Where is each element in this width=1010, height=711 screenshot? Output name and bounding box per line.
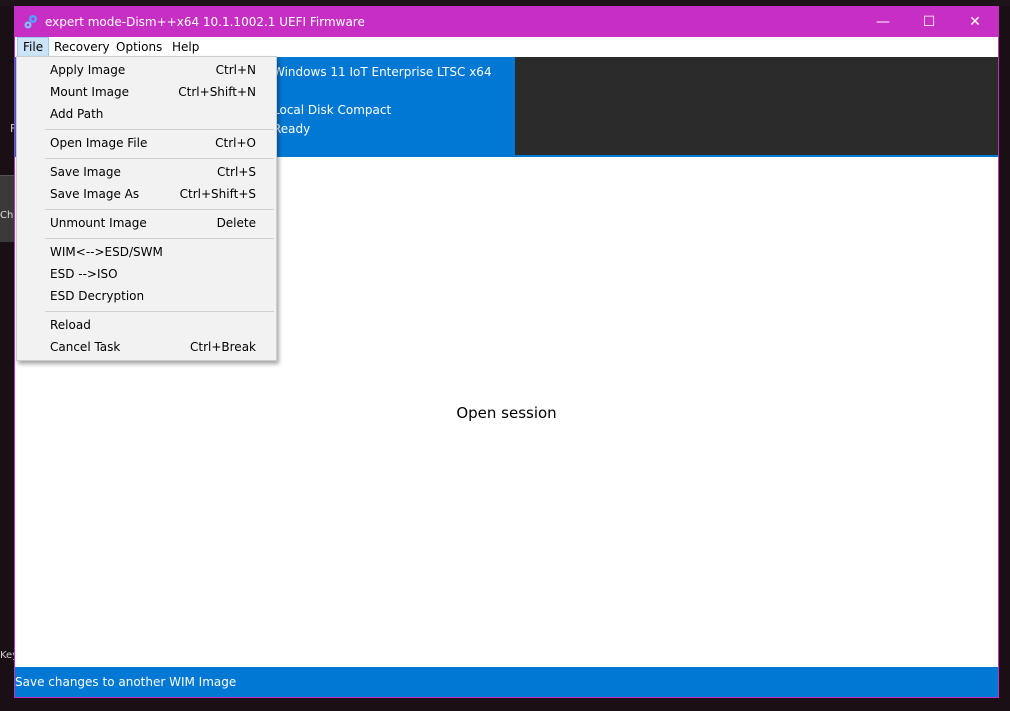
menu-bar: File Recovery Options Help	[15, 37, 998, 57]
status-bar: Save changes to another WIM Image	[15, 667, 998, 697]
file-menu-dropdown: Apply Image Ctrl+N Mount Image Ctrl+Shif…	[16, 56, 277, 361]
window-title: expert mode-Dism++x64 10.1.1002.1 UEFI F…	[45, 15, 365, 29]
menu-options[interactable]: Options	[111, 37, 167, 57]
desktop-item[interactable]	[0, 175, 14, 242]
maximize-button[interactable]: ☐	[906, 7, 952, 37]
menu-item-shortcut: Ctrl+Shift+S	[179, 187, 256, 201]
menu-item-label: Unmount Image	[50, 216, 147, 230]
menu-item-esd-iso[interactable]: ESD -->ISO	[17, 263, 276, 285]
menu-item-label: Apply Image	[50, 63, 126, 77]
session-status: Ready	[273, 122, 311, 136]
menu-item-unmount-image[interactable]: Unmount Image Delete	[17, 212, 276, 234]
menu-item-save-image-as[interactable]: Save Image As Ctrl+Shift+S	[17, 183, 276, 205]
menu-item-shortcut: Delete	[216, 216, 256, 230]
menu-recovery[interactable]: Recovery	[49, 37, 115, 57]
menu-item-shortcut: Ctrl+Break	[190, 340, 256, 354]
menu-help[interactable]: Help	[167, 37, 204, 57]
session-os: Windows 11 IoT Enterprise LTSC x64	[273, 65, 492, 79]
status-text: Save changes to another WIM Image	[15, 675, 237, 689]
menu-item-apply-image[interactable]: Apply Image Ctrl+N	[17, 59, 276, 81]
menu-file[interactable]: File	[17, 37, 50, 57]
menu-item-reload[interactable]: Reload	[17, 314, 276, 336]
open-session-text[interactable]: Open session	[15, 404, 998, 422]
menu-item-shortcut: Ctrl+Shift+N	[178, 85, 256, 99]
menu-item-label: ESD Decryption	[50, 289, 145, 303]
session-disk: Local Disk Compact	[273, 103, 392, 117]
close-button[interactable]: ✕	[952, 7, 998, 37]
menu-item-cancel-task[interactable]: Cancel Task Ctrl+Break	[17, 336, 276, 358]
gears-icon	[24, 15, 37, 29]
close-icon: ✕	[969, 14, 981, 30]
title-bar[interactable]: expert mode-Dism++x64 10.1.1002.1 UEFI F…	[15, 7, 998, 37]
menu-item-label: Reload	[50, 318, 91, 332]
menu-item-label: Open Image File	[50, 136, 148, 150]
menu-item-label: Mount Image	[50, 85, 130, 99]
menu-item-save-image[interactable]: Save Image Ctrl+S	[17, 161, 276, 183]
menu-item-open-image-file[interactable]: Open Image File Ctrl+O	[17, 132, 276, 154]
menu-separator	[45, 158, 274, 159]
menu-separator	[45, 311, 274, 312]
menu-item-mount-image[interactable]: Mount Image Ctrl+Shift+N	[17, 81, 276, 103]
menu-item-label: Cancel Task	[50, 340, 121, 354]
menu-item-label: Save Image	[50, 165, 121, 179]
maximize-icon: ☐	[922, 14, 936, 30]
menu-item-shortcut: Ctrl+S	[216, 165, 256, 179]
menu-separator	[45, 209, 274, 210]
menu-item-wim-esd-swm[interactable]: WIM<-->ESD/SWM	[17, 241, 276, 263]
menu-separator	[45, 129, 274, 130]
menu-item-shortcut: Ctrl+N	[215, 63, 256, 77]
menu-item-add-path[interactable]: Add Path	[17, 103, 276, 125]
minimize-icon: —	[876, 14, 890, 30]
menu-item-label: WIM<-->ESD/SWM	[50, 245, 163, 259]
menu-item-label: Save Image As	[50, 187, 140, 201]
menu-separator	[45, 238, 274, 239]
menu-item-esd-decryption[interactable]: ESD Decryption	[17, 285, 276, 307]
minimize-button[interactable]: —	[860, 7, 906, 37]
menu-item-label: Add Path	[50, 107, 104, 121]
menu-item-label: ESD -->ISO	[50, 267, 118, 281]
menu-item-shortcut: Ctrl+O	[215, 136, 256, 150]
